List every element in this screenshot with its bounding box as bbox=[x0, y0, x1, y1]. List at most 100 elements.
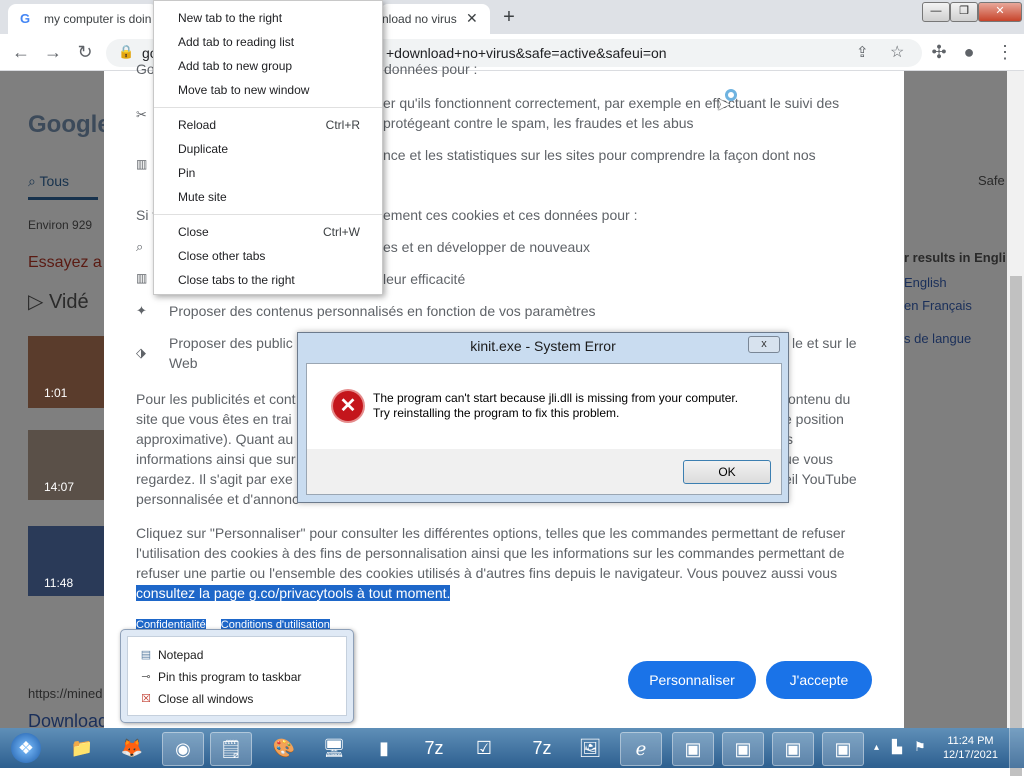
video-duration: 1:01 bbox=[44, 386, 68, 400]
result-url[interactable]: https://mined bbox=[28, 686, 102, 701]
window-icon[interactable]: ▣ bbox=[672, 732, 714, 766]
7z-manager-icon[interactable]: 7z bbox=[414, 732, 454, 764]
window-icon[interactable]: ▣ bbox=[722, 732, 764, 766]
ok-button[interactable]: OK bbox=[683, 460, 771, 484]
page-scrollbar[interactable] bbox=[1007, 71, 1024, 776]
tab-second[interactable]: nload no virus ✕ bbox=[380, 4, 490, 34]
error-icon: ✕ bbox=[333, 391, 363, 421]
try-suggestion[interactable]: Essayez a bbox=[28, 254, 102, 272]
consent-text: ue vous bbox=[784, 451, 834, 467]
notepad-icon: ▤ bbox=[140, 649, 152, 661]
window-close-button[interactable]: ✕ bbox=[978, 2, 1022, 22]
safesearch-label[interactable]: Safe bbox=[978, 173, 1005, 188]
menu-item-move-new-window[interactable]: Move tab to new window bbox=[178, 83, 309, 97]
consent-text: er qu'ils fonctionnent correctement, par… bbox=[383, 95, 840, 111]
pin-icon: ⊸ bbox=[141, 671, 151, 683]
control-panel-icon[interactable]: 🖥 bbox=[314, 732, 354, 764]
chart-icon: ▥ bbox=[136, 271, 148, 285]
consent-text: l'utilisation des cookies à des fins de … bbox=[136, 545, 845, 561]
maximize-button[interactable]: ❐ bbox=[950, 2, 978, 22]
system-clock[interactable]: 11:24 PM 12/17/2021 bbox=[943, 734, 998, 762]
menu-item-close-tabs-right[interactable]: Close tabs to the right bbox=[178, 273, 295, 287]
extensions-icon[interactable]: ✣ bbox=[928, 42, 950, 63]
side-english-link[interactable]: English bbox=[904, 275, 947, 290]
system-error-dialog: kinit.exe - System Error x ✕ The program… bbox=[297, 332, 789, 503]
network-icon[interactable]: ▙ bbox=[892, 739, 902, 755]
start-orb[interactable]: ❖ bbox=[4, 732, 48, 764]
close-windows-icon: ☒ bbox=[141, 693, 151, 705]
tray-expand-icon[interactable]: ▴ bbox=[874, 732, 884, 764]
results-count: Environ 929 bbox=[28, 218, 93, 232]
menu-item-pin[interactable]: Pin bbox=[178, 166, 195, 180]
search-tab-all[interactable]: ⌕ Tous bbox=[28, 173, 69, 190]
consent-text: es et en développer de nouveaux bbox=[383, 239, 591, 255]
menu-item-close[interactable]: Close bbox=[178, 225, 209, 239]
jump-item-pin[interactable]: Pin this program to taskbar bbox=[158, 670, 301, 684]
chrome-icon[interactable]: ◉ bbox=[162, 732, 204, 766]
consent-text: e position bbox=[784, 411, 844, 427]
menu-item-mute-site[interactable]: Mute site bbox=[178, 190, 227, 204]
tab-all-label: Tous bbox=[39, 173, 70, 189]
notepad-icon[interactable]: 🗒 bbox=[210, 732, 252, 766]
flag-icon[interactable]: ⚑ bbox=[914, 739, 926, 755]
bookmark-star-icon[interactable]: ☆ bbox=[890, 42, 904, 62]
paint-icon[interactable]: 🎨 bbox=[264, 732, 304, 764]
scrollbar-thumb[interactable] bbox=[1010, 276, 1022, 776]
tools-icon: ✂ bbox=[136, 107, 147, 122]
menu-item-duplicate[interactable]: Duplicate bbox=[178, 142, 228, 156]
consent-text: s bbox=[786, 431, 793, 447]
clock-time: 11:24 PM bbox=[947, 735, 994, 747]
show-desktop-button[interactable] bbox=[1009, 728, 1024, 768]
menu-separator bbox=[154, 107, 382, 108]
side-results-title: r results in Engli bbox=[904, 250, 1006, 265]
consent-text: ement ces cookies et ces données pour : bbox=[383, 207, 638, 223]
menu-item-add-reading-list[interactable]: Add tab to reading list bbox=[178, 35, 294, 49]
reload-icon[interactable]: ↻ bbox=[74, 42, 96, 63]
video-duration: 11:48 bbox=[44, 576, 74, 590]
chart-icon: ▥ bbox=[136, 157, 148, 171]
menu-kebab-icon[interactable]: ⋮ bbox=[994, 42, 1016, 63]
consent-text: Proposer des contenus personnalisés en f… bbox=[169, 303, 596, 319]
search-icon: ⌕ bbox=[136, 239, 144, 254]
firefox-icon[interactable]: 🦊 bbox=[112, 732, 152, 764]
checklist-icon[interactable]: ☑ bbox=[464, 732, 504, 764]
window-icon[interactable]: ▣ bbox=[822, 732, 864, 766]
consent-text: données pour : bbox=[384, 61, 478, 77]
jump-item-close-all[interactable]: Close all windows bbox=[158, 692, 253, 706]
new-tab-button[interactable]: + bbox=[498, 7, 520, 29]
profile-avatar[interactable]: ● bbox=[958, 42, 980, 63]
tab-close-icon[interactable]: ✕ bbox=[466, 10, 478, 27]
error-message-line2: Try reinstalling the program to fix this… bbox=[373, 406, 620, 420]
ie-icon[interactable]: ℯ bbox=[620, 732, 662, 766]
accept-button[interactable]: J'accepte bbox=[766, 661, 872, 699]
share-icon[interactable]: ⇪ bbox=[856, 43, 869, 61]
minimize-button[interactable]: — bbox=[922, 2, 950, 22]
side-french-link[interactable]: en Français bbox=[904, 298, 972, 313]
customize-button[interactable]: Personnaliser bbox=[628, 661, 756, 699]
back-icon[interactable]: ← bbox=[10, 42, 32, 63]
photos-icon[interactable]: 🖼 bbox=[570, 732, 610, 764]
forward-icon[interactable]: → bbox=[42, 42, 64, 63]
menu-item-reload[interactable]: Reload bbox=[178, 118, 216, 132]
folder-icon[interactable]: 📁 bbox=[62, 732, 102, 764]
7z-icon[interactable]: 7z bbox=[522, 732, 562, 764]
consent-text-highlighted: consultez la page g.co/privacytools à to… bbox=[136, 583, 451, 603]
video-thumbnail[interactable]: 11:48 bbox=[28, 526, 104, 596]
menu-item-new-tab-right[interactable]: New tab to the right bbox=[178, 11, 282, 25]
consent-text: nce et les statistiques sur les sites po… bbox=[383, 147, 816, 163]
server-icon[interactable]: ▮ bbox=[364, 732, 404, 764]
side-language-link[interactable]: s de langue bbox=[904, 331, 971, 346]
window-icon[interactable]: ▣ bbox=[772, 732, 814, 766]
consent-text: Web bbox=[169, 355, 198, 371]
dialog-close-button[interactable]: x bbox=[748, 336, 780, 353]
menu-item-close-other-tabs[interactable]: Close other tabs bbox=[178, 249, 265, 263]
jump-item-notepad[interactable]: Notepad bbox=[158, 648, 203, 662]
menu-item-add-new-group[interactable]: Add tab to new group bbox=[178, 59, 292, 73]
tab-context-menu: New tab to the right Add tab to reading … bbox=[153, 0, 383, 295]
google-logo: Google bbox=[28, 111, 111, 138]
consent-text: Proposer des public bbox=[169, 335, 293, 351]
sparkle-icon: ✦ bbox=[136, 303, 147, 318]
video-thumbnail[interactable]: 14:07 bbox=[28, 430, 104, 500]
tab-active[interactable]: G my computer is doin bbox=[8, 4, 158, 34]
video-thumbnail[interactable]: 1:01 bbox=[28, 336, 104, 408]
